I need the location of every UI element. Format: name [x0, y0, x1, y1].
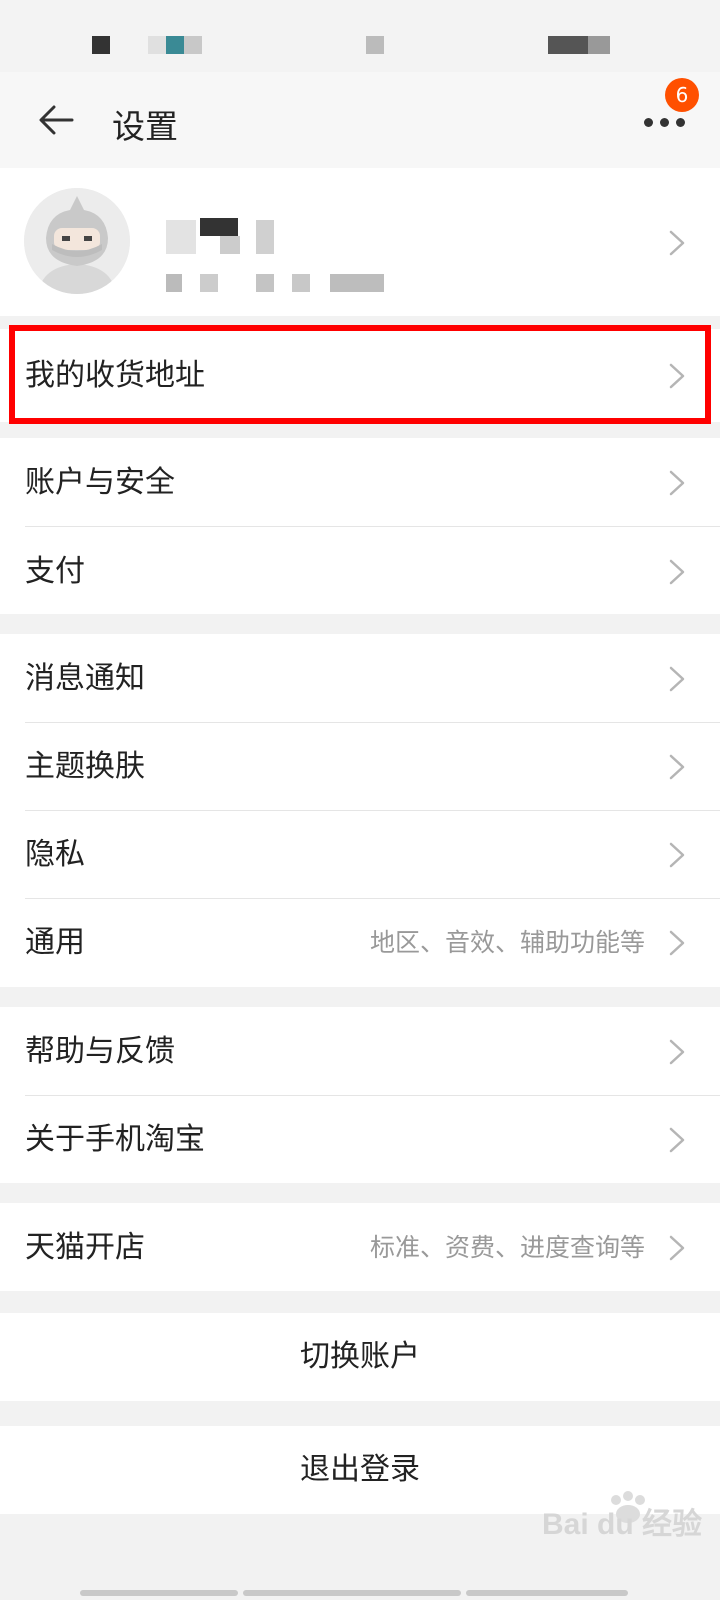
switch-account-button[interactable]: 切换账户: [0, 1313, 720, 1401]
chevron-right-icon: [669, 1127, 685, 1153]
home-indicator: [243, 1590, 461, 1596]
status-blur: [92, 36, 110, 54]
chevron-right-icon: [669, 842, 685, 868]
chevron-right-icon: [669, 930, 685, 956]
page-title: 设置: [112, 107, 178, 146]
more-button[interactable]: [644, 112, 696, 132]
notification-badge: 6: [665, 78, 699, 112]
account-blur: [166, 274, 182, 292]
more-dots-icon: [676, 118, 685, 127]
logout-label: 退出登录: [300, 1452, 420, 1487]
status-blur: [148, 36, 166, 54]
account-card: 账户与安全 支付: [0, 438, 720, 614]
support-card: 帮助与反馈 关于手机淘宝: [0, 1007, 720, 1183]
row-address-label: 我的收货地址: [25, 358, 205, 393]
row-general-label: 通用: [25, 925, 85, 960]
row-general-hint: 地区、音效、辅助功能等: [369, 928, 645, 957]
row-theme-label: 主题换肤: [25, 749, 145, 784]
chevron-right-icon: [669, 559, 685, 585]
chevron-right-icon: [669, 470, 685, 496]
chevron-right-icon: [669, 1235, 685, 1261]
chevron-right-icon: [669, 666, 685, 692]
status-blur: [588, 36, 610, 54]
username-blur: [256, 220, 274, 254]
nav-bar: 设置: [0, 72, 720, 168]
account-blur: [200, 274, 218, 292]
row-notifications-label: 消息通知: [25, 661, 145, 696]
logout-button[interactable]: 退出登录: [0, 1426, 720, 1514]
row-privacy-label: 隐私: [25, 837, 85, 872]
status-blur: [166, 36, 184, 54]
preferences-card: 消息通知 主题换肤 隐私 通用 地区、音效、辅助功能等: [0, 634, 720, 987]
home-indicator: [466, 1590, 628, 1596]
address-card: 我的收货地址: [0, 329, 720, 422]
avatar: [24, 188, 130, 294]
username-blur: [166, 220, 196, 254]
arrow-left-icon: [39, 105, 74, 135]
chevron-right-icon: [669, 754, 685, 780]
row-notifications[interactable]: 消息通知: [0, 634, 720, 723]
account-blur: [292, 274, 310, 292]
row-help-feedback-label: 帮助与反馈: [25, 1034, 175, 1069]
row-tmall-store[interactable]: 天猫开店 标准、资费、进度查询等: [0, 1203, 720, 1292]
row-account-security[interactable]: 账户与安全: [0, 438, 720, 527]
more-dots-icon: [660, 118, 669, 127]
row-payment-label: 支付: [25, 554, 85, 589]
status-blur: [548, 36, 588, 54]
row-about-label: 关于手机淘宝: [25, 1122, 205, 1157]
avatar-image: [24, 188, 130, 294]
profile-card[interactable]: [0, 168, 720, 316]
row-account-security-label: 账户与安全: [25, 465, 175, 500]
chevron-right-icon: [669, 1039, 685, 1065]
username-blur: [200, 218, 238, 236]
chevron-right-icon: [669, 363, 685, 389]
username-blur: [220, 236, 240, 254]
back-button[interactable]: [34, 98, 78, 142]
chevron-right-icon: [669, 230, 685, 256]
home-indicator: [80, 1590, 238, 1596]
more-dots-icon: [644, 118, 653, 127]
row-address[interactable]: 我的收货地址: [0, 331, 720, 420]
row-tmall-store-label: 天猫开店: [25, 1230, 145, 1265]
row-tmall-store-hint: 标准、资费、进度查询等: [369, 1233, 645, 1262]
status-bar: [0, 0, 720, 72]
tmall-card: 天猫开店 标准、资费、进度查询等: [0, 1203, 720, 1291]
status-blur: [366, 36, 384, 54]
row-general[interactable]: 通用 地区、音效、辅助功能等: [0, 898, 720, 987]
account-blur: [256, 274, 274, 292]
row-about[interactable]: 关于手机淘宝: [0, 1095, 720, 1184]
row-payment[interactable]: 支付: [0, 527, 720, 616]
row-help-feedback[interactable]: 帮助与反馈: [0, 1007, 720, 1096]
row-privacy[interactable]: 隐私: [0, 810, 720, 899]
row-theme[interactable]: 主题换肤: [0, 722, 720, 811]
switch-account-label: 切换账户: [300, 1339, 420, 1374]
status-blur: [184, 36, 202, 54]
account-blur: [330, 274, 384, 292]
